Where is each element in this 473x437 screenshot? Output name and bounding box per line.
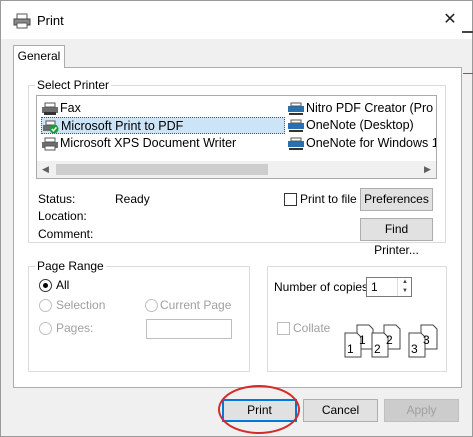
- network-printer-icon: [287, 119, 305, 133]
- tab-general[interactable]: General: [13, 45, 65, 68]
- current-page-radio[interactable]: [145, 299, 158, 312]
- horizontal-scrollbar[interactable]: ◀ ▶: [37, 161, 436, 178]
- preferences-button[interactable]: Preferences: [360, 188, 433, 211]
- collate-pages-icon: 3 3: [408, 324, 438, 358]
- printer-item-fax[interactable]: Fax: [41, 100, 81, 117]
- collate-label[interactable]: Collate: [293, 321, 330, 335]
- printer-icon: [13, 13, 31, 29]
- close-button[interactable]: ✕: [428, 1, 472, 39]
- all-radio[interactable]: [39, 279, 52, 292]
- fax-printer-icon: [41, 102, 59, 116]
- printer-icon: [41, 137, 59, 151]
- current-page-label[interactable]: Current Page: [160, 298, 231, 312]
- default-printer-icon: [42, 120, 60, 134]
- pages-radio[interactable]: [39, 322, 52, 335]
- printer-name: Fax: [60, 101, 81, 115]
- number-of-copies-label: Number of copies:: [274, 280, 372, 294]
- copies-stepper[interactable]: 1 ▲ ▼: [366, 277, 412, 297]
- status-label: Status:: [38, 192, 76, 206]
- all-label[interactable]: All: [56, 278, 69, 292]
- apply-button[interactable]: Apply: [384, 399, 459, 422]
- printer-name: OneNote (Desktop): [306, 118, 414, 132]
- printer-list[interactable]: Fax Microsoft Print to PDF Microsoft XPS…: [36, 95, 437, 179]
- selection-label[interactable]: Selection: [56, 298, 105, 312]
- window-edge-mark: [462, 31, 473, 33]
- printer-item-microsoft-xps-document-writer[interactable]: Microsoft XPS Document Writer: [41, 135, 236, 152]
- collate-checkbox[interactable]: [277, 322, 290, 335]
- cancel-button[interactable]: Cancel: [303, 399, 378, 422]
- pages-input[interactable]: [146, 319, 232, 339]
- location-label: Location:: [38, 209, 87, 223]
- title-bar: Print ✕: [1, 1, 472, 39]
- collate-page-number: 1: [347, 342, 354, 356]
- network-printer-icon: [287, 137, 305, 151]
- print-button[interactable]: Print: [222, 399, 297, 422]
- scrollbar-thumb[interactable]: [56, 164, 268, 175]
- stepper-up-icon[interactable]: ▲: [398, 278, 412, 287]
- scroll-right-icon[interactable]: ▶: [419, 161, 436, 178]
- window-edge-accent: [463, 73, 473, 74]
- collate-page-number: 3: [423, 333, 430, 347]
- collate-page-number: 2: [386, 333, 393, 347]
- network-printer-icon: [287, 102, 305, 116]
- print-to-file-checkbox[interactable]: [284, 193, 297, 206]
- scroll-left-icon[interactable]: ◀: [37, 161, 54, 178]
- printer-item-onenote-windows-10[interactable]: OneNote for Windows 10: [287, 135, 437, 152]
- printer-item-microsoft-print-to-pdf[interactable]: Microsoft Print to PDF: [41, 117, 285, 134]
- printer-name: OneNote for Windows 10: [306, 136, 437, 150]
- printer-name: Microsoft XPS Document Writer: [60, 136, 237, 150]
- collate-page-number: 3: [411, 342, 418, 356]
- find-printer-button[interactable]: Find Printer...: [360, 218, 433, 257]
- printer-name: Microsoft Print to PDF: [61, 119, 184, 133]
- select-printer-label: Select Printer: [35, 78, 112, 92]
- stepper-buttons: ▲ ▼: [397, 278, 411, 296]
- window-title: Print: [37, 13, 64, 28]
- printer-item-nitro-pdf-creator[interactable]: Nitro PDF Creator (Pro 9): [287, 100, 437, 117]
- print-to-file-label[interactable]: Print to file: [300, 192, 357, 206]
- pages-label[interactable]: Pages:: [56, 321, 93, 335]
- collate-page-number: 1: [359, 333, 366, 347]
- page-range-label: Page Range: [35, 259, 106, 273]
- stepper-down-icon[interactable]: ▼: [398, 287, 412, 296]
- comment-label: Comment:: [38, 227, 94, 241]
- radio-selected-dot: [43, 283, 48, 288]
- selection-radio[interactable]: [39, 299, 52, 312]
- printer-name: Nitro PDF Creator (Pro 9): [306, 101, 437, 115]
- printer-item-onenote-desktop[interactable]: OneNote (Desktop): [287, 117, 414, 134]
- copies-value[interactable]: 1: [371, 280, 378, 294]
- collate-page-number: 2: [374, 342, 381, 356]
- status-value: Ready: [115, 192, 150, 206]
- collate-pages-icon: 2 2: [371, 324, 401, 358]
- print-dialog: Print ✕ General Select Printer Fax Micro…: [0, 0, 473, 437]
